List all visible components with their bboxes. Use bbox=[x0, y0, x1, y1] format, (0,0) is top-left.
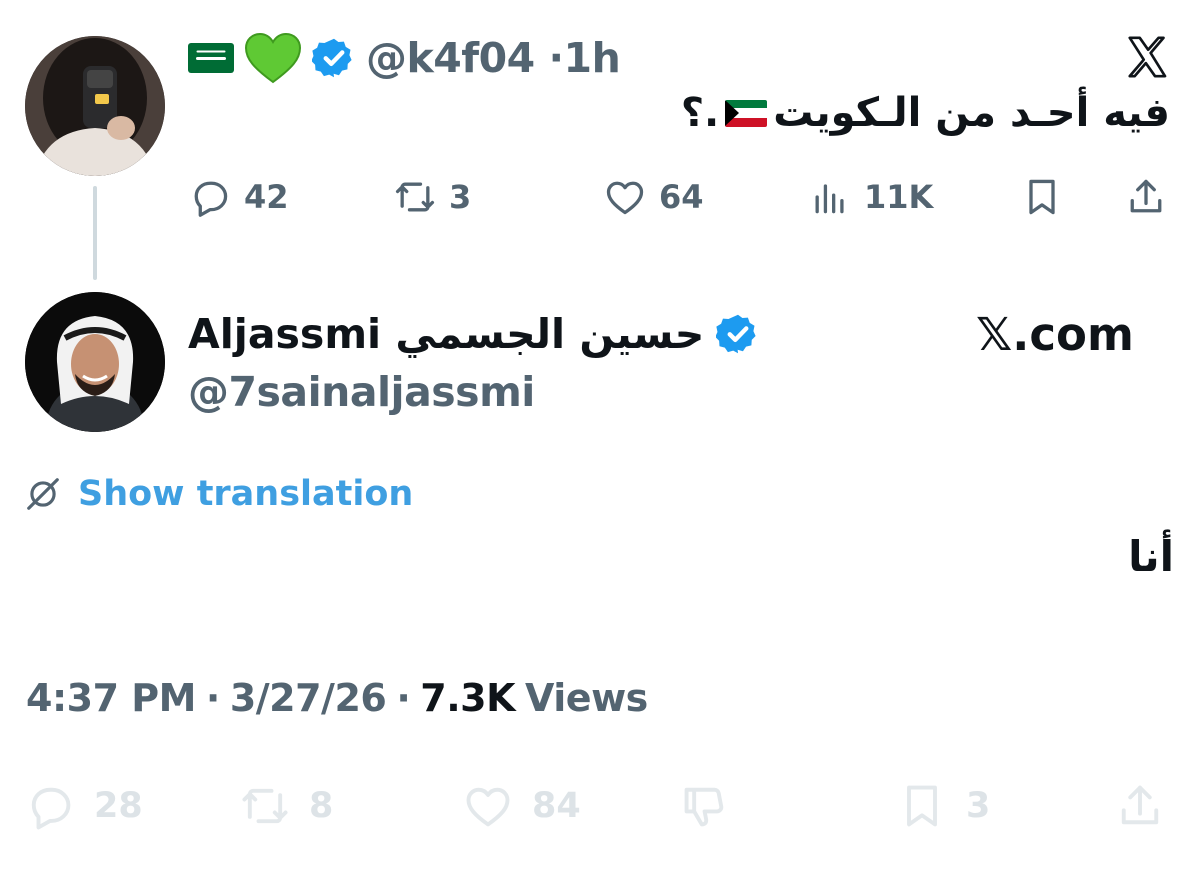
tweet-body: فيه أحـد من الـكويت bbox=[773, 90, 1170, 136]
like-count: 84 bbox=[532, 786, 581, 826]
reply-count: 28 bbox=[94, 786, 143, 826]
display-name[interactable]: Aljassmi حسين الجسمي bbox=[188, 310, 704, 358]
repost-button[interactable]: 3 bbox=[393, 172, 471, 222]
repost-button[interactable]: 8 bbox=[239, 778, 333, 834]
reply-count: 42 bbox=[244, 178, 289, 216]
kuwait-flag-emoji bbox=[725, 99, 768, 127]
reply-action-bar: 28 8 84 3 bbox=[24, 778, 1174, 834]
post-date[interactable]: 3/27/26 bbox=[230, 676, 387, 720]
x-com-brand: 𝕏.com bbox=[976, 308, 1134, 361]
bookmark-button[interactable] bbox=[1020, 172, 1064, 222]
avatar-image bbox=[25, 36, 165, 176]
avatar-7sainaljassmi[interactable] bbox=[25, 292, 165, 432]
dislike-button[interactable] bbox=[679, 778, 731, 834]
verified-badge-icon bbox=[716, 314, 756, 354]
post-time[interactable]: 4:37 PM bbox=[26, 676, 196, 720]
separator-dot: · bbox=[205, 676, 220, 720]
separator-dot: · bbox=[548, 34, 564, 82]
repost-count: 3 bbox=[449, 178, 472, 216]
heart-icon bbox=[466, 787, 510, 827]
repost-icon bbox=[395, 182, 435, 212]
tweet-metadata: 4:37 PM · 3/27/26 · 7.3K Views bbox=[26, 676, 648, 720]
handle-text: @k4f04 bbox=[366, 34, 535, 82]
reply-tweet-text: أنا bbox=[1128, 532, 1174, 581]
views-label: Views bbox=[525, 676, 648, 720]
repost-icon bbox=[242, 788, 288, 824]
parent-handle[interactable]: @k4f04 ·1h bbox=[366, 34, 621, 82]
share-icon bbox=[1121, 785, 1159, 825]
show-translation-link[interactable]: Show translation bbox=[24, 470, 413, 518]
bookmark-icon bbox=[1029, 179, 1055, 215]
parent-action-bar: 42 3 64 11K bbox=[188, 172, 1173, 222]
share-button[interactable] bbox=[1114, 778, 1166, 834]
analytics-icon bbox=[815, 184, 844, 214]
views-button[interactable]: 11K bbox=[808, 172, 933, 222]
heart-icon bbox=[606, 181, 644, 215]
tweet-body-suffix: .؟ bbox=[680, 90, 720, 136]
x-logo-icon bbox=[1128, 36, 1167, 78]
parent-tweet-header: @k4f04 ·1h bbox=[188, 30, 621, 86]
share-icon bbox=[1130, 179, 1162, 213]
bookmark-icon bbox=[907, 785, 937, 827]
parent-tweet-text: فيه أحـد من الـكويت .؟ bbox=[681, 90, 1170, 136]
repost-count: 8 bbox=[309, 786, 334, 826]
brand-label: 𝕏.com bbox=[976, 308, 1134, 361]
reply-button[interactable]: 28 bbox=[24, 778, 143, 834]
avatar-k4f04[interactable] bbox=[25, 36, 165, 176]
verified-badge-icon bbox=[312, 38, 352, 78]
saudi-flag-emoji bbox=[188, 43, 234, 73]
reply-button[interactable]: 42 bbox=[188, 172, 289, 222]
bookmark-button[interactable]: 3 bbox=[896, 778, 990, 834]
show-translation-label: Show translation bbox=[78, 474, 414, 514]
like-button[interactable]: 84 bbox=[462, 778, 581, 834]
view-count: 11K bbox=[864, 178, 934, 216]
bookmark-count: 3 bbox=[966, 786, 991, 826]
thread-connector bbox=[93, 186, 97, 280]
reply-icon bbox=[194, 181, 228, 217]
globe-slash-icon bbox=[27, 478, 59, 510]
green-heart-emoji bbox=[244, 32, 302, 84]
reply-icon bbox=[31, 787, 71, 830]
reply-handle[interactable]: @7sainaljassmi bbox=[188, 368, 535, 416]
post-time: 1h bbox=[563, 34, 621, 82]
separator-dot: · bbox=[396, 676, 411, 720]
thumbs-down-icon bbox=[684, 787, 724, 827]
avatar-image bbox=[25, 292, 165, 432]
reply-tweet-header: Aljassmi حسين الجسمي bbox=[188, 306, 760, 362]
views-count: 7.3K bbox=[420, 676, 516, 720]
share-button[interactable] bbox=[1124, 172, 1168, 222]
like-button[interactable]: 64 bbox=[603, 172, 704, 222]
like-count: 64 bbox=[659, 178, 704, 216]
